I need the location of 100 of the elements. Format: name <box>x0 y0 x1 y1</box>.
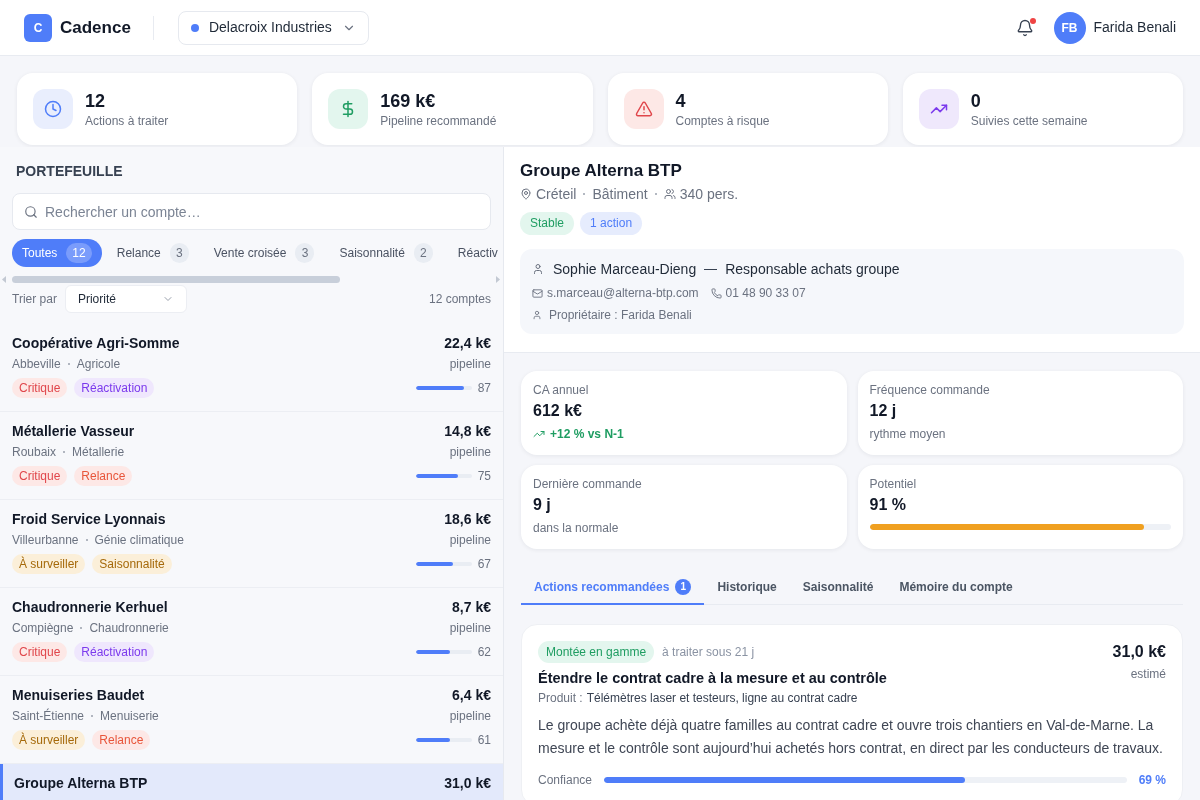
bell-icon <box>1015 18 1034 37</box>
user-name: Farida Benali <box>1093 18 1176 37</box>
notifications-button[interactable] <box>1015 18 1034 37</box>
detail-tab[interactable]: Historique <box>704 570 790 605</box>
score-value: 62 <box>477 644 491 661</box>
metric-value: 91 % <box>869 495 907 515</box>
account-amount: 31,0 k€ <box>444 774 491 793</box>
score-value: 75 <box>477 468 491 485</box>
account-owner: Propriétaire : Farida Benali <box>549 307 692 323</box>
search-icon <box>24 205 38 219</box>
account-name: Chaudronnerie Kerhuel <box>12 598 169 617</box>
score-value: 87 <box>477 380 491 397</box>
account-tag: Réactivation <box>74 378 155 398</box>
account-row[interactable]: Coopérative Agri-Somme Abbeville Agricole Critique Réactivation 22,4 k€ pipeline 87 <box>0 324 503 412</box>
filter-chip[interactable]: Saisonnalité 2 <box>329 239 443 267</box>
account-name: Coopérative Agri-Somme <box>12 334 180 353</box>
account-name: Froid Service Lyonnais <box>12 510 167 529</box>
pipeline-label: pipeline <box>449 532 491 549</box>
account-tag: Critique <box>12 378 68 398</box>
account-amount: 8,7 k€ <box>452 598 491 617</box>
kpi-value: 169 k€ <box>380 90 437 113</box>
scrollbar-thumb[interactable] <box>12 275 340 283</box>
product-name: Télémètres laser et testeurs, ligne au contrat cadre <box>586 690 858 707</box>
metric-note: dans la normale <box>533 520 620 536</box>
account-tag: Critique <box>12 466 68 486</box>
filter-chip[interactable]: Réactiv <box>447 239 498 267</box>
trending-up-icon <box>918 89 959 129</box>
product-label: Produit : <box>538 690 583 707</box>
action-title: Étendre le contrat cadre à la mesure et au contrôle <box>538 669 887 688</box>
account-city: Compiègne <box>12 620 74 637</box>
account-row[interactable]: Froid Service Lyonnais Villeurbanne Génie climatique À surveiller Saisonnalité 18,6 k€ pipeline 67 <box>0 500 503 588</box>
metric-label: Dernière commande <box>533 476 643 492</box>
detail-tab[interactable]: Actions recommandées 1 <box>521 570 705 605</box>
account-sector: Agricole <box>76 356 121 373</box>
account-tag: Critique <box>12 642 68 662</box>
action-amount-note: estimé <box>1130 666 1166 683</box>
sort-select[interactable]: Priorité <box>64 285 187 313</box>
account-tag: Relance <box>92 730 151 750</box>
score-value: 61 <box>477 732 491 749</box>
account-badge: 1 action <box>580 212 643 235</box>
kpi-label: Pipeline recommandé <box>380 113 497 129</box>
account-row[interactable]: Métallerie Vasseur Roubaix Métallerie Critique Relance 14,8 k€ pipeline 75 <box>0 412 503 500</box>
scroll-left-icon[interactable] <box>2 275 6 283</box>
filter-chip[interactable]: Relance 3 <box>106 239 199 267</box>
metric-value: 12 j <box>869 401 898 421</box>
contact-role: Responsable achats groupe <box>725 260 900 279</box>
detail-tab[interactable]: Saisonnalité <box>789 570 887 605</box>
filter-count: 12 <box>66 243 92 263</box>
account-badge: Stable <box>520 212 575 235</box>
account-sector: Menuiserie <box>100 708 159 725</box>
scroll-right-icon[interactable] <box>496 275 500 283</box>
filter-chip[interactable]: Vente croisée 3 <box>203 239 325 267</box>
trending-up-icon <box>533 428 545 440</box>
account-tag: À surveiller <box>12 554 86 574</box>
kpi-value: 4 <box>675 90 687 113</box>
kpi-label: Suivies cette semaine <box>970 113 1088 129</box>
account-title: Groupe Alterna BTP <box>520 160 683 182</box>
account-city: Créteil <box>536 185 577 204</box>
kpi-value: 0 <box>970 90 982 113</box>
account-row[interactable]: Chaudronnerie Kerhuel Compiègne Chaudronnerie Critique Réactivation 8,7 k€ pipeline 62 <box>0 588 503 676</box>
pipeline-label: pipeline <box>449 444 491 461</box>
filter-count: 3 <box>295 243 315 263</box>
person-icon <box>532 263 544 275</box>
organization-dropdown[interactable]: Delacroix Industries <box>177 10 369 45</box>
action-deadline: à traiter sous 21 j <box>662 644 755 661</box>
detail-tab[interactable]: Mémoire du compte <box>886 570 1026 605</box>
pipeline-label: pipeline <box>449 620 491 637</box>
metric-label: Fréquence commande <box>869 382 991 398</box>
app-name: Cadence <box>60 16 131 39</box>
mail-icon <box>532 287 543 299</box>
metric-label: CA annuel <box>533 382 590 398</box>
action-amount: 31,0 k€ <box>1112 642 1166 662</box>
filter-count: 2 <box>413 243 433 263</box>
account-headcount: 340 pers. <box>679 185 739 204</box>
confidence-label: Confiance <box>538 772 593 789</box>
confidence-value: 69 % <box>1138 772 1166 789</box>
metric-value: 612 k€ <box>533 401 583 421</box>
filter-chip[interactable]: Toutes 12 <box>12 239 102 267</box>
account-sector: Bâtiment <box>592 185 648 204</box>
contact-phone: 01 48 90 33 07 <box>725 285 806 301</box>
search-field[interactable]: Rechercher un compte… <box>12 193 491 230</box>
account-name: Groupe Alterna BTP <box>14 774 148 793</box>
account-name: Métallerie Vasseur <box>12 422 135 441</box>
account-tag: Saisonnalité <box>92 554 172 574</box>
warning-icon <box>623 89 664 129</box>
portfolio-title: PORTEFEUILLE <box>15 162 124 181</box>
person-icon <box>532 310 542 320</box>
account-sector: Génie climatique <box>94 532 184 549</box>
user-avatar[interactable]: FB <box>1053 11 1086 44</box>
people-icon <box>663 188 676 200</box>
score-value: 67 <box>477 556 491 573</box>
app-logo: C <box>24 13 52 42</box>
account-row[interactable]: Groupe Alterna BTP 31,0 k€ <box>0 764 503 800</box>
kpi-label: Actions à traiter <box>85 113 169 129</box>
phone-icon <box>710 287 722 299</box>
clock-icon <box>33 89 73 129</box>
metric-value: 9 j <box>533 495 552 515</box>
tab-count: 1 <box>675 578 692 595</box>
account-count: 12 comptes <box>428 291 491 308</box>
dollar-icon <box>328 89 369 129</box>
